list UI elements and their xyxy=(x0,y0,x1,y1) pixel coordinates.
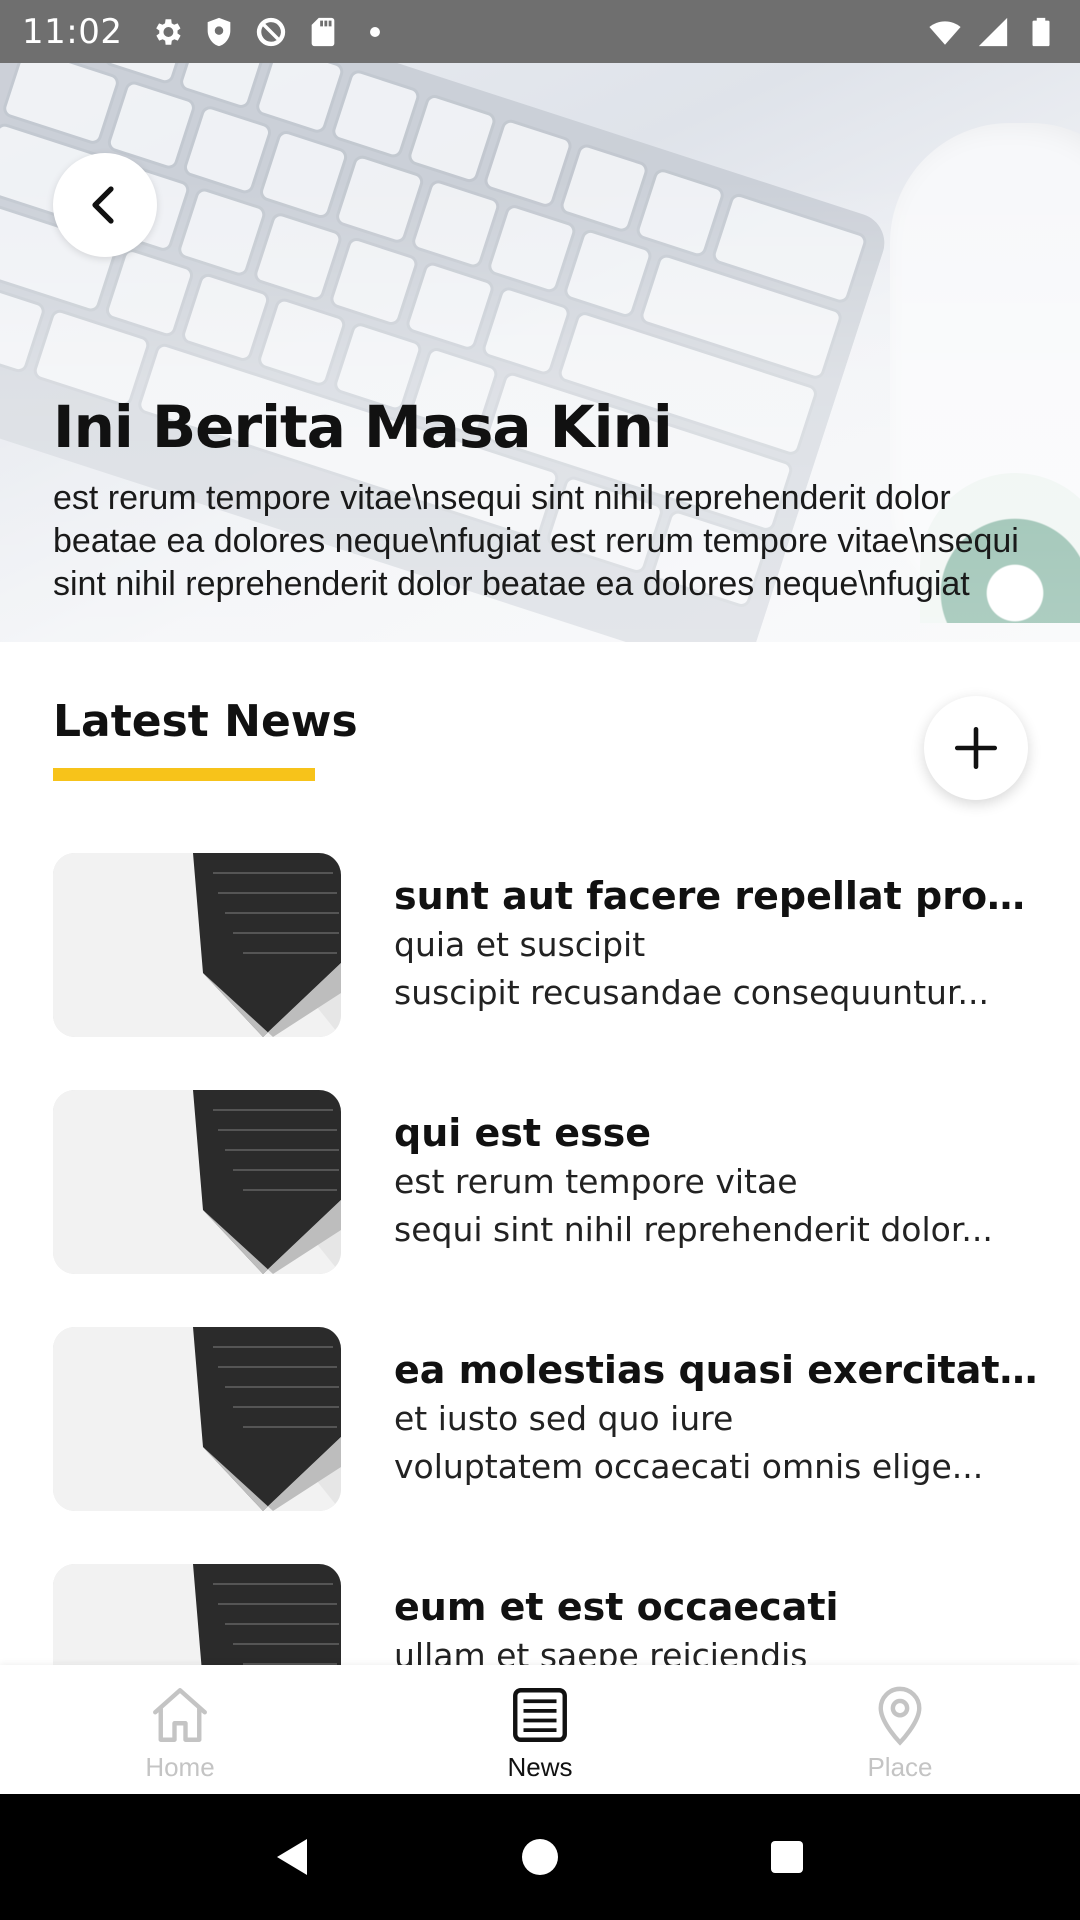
news-thumbnail xyxy=(53,1564,341,1665)
system-recents-button[interactable] xyxy=(757,1827,817,1887)
bottom-navigation: Home News Place xyxy=(0,1665,1080,1794)
system-back-button[interactable] xyxy=(263,1827,323,1887)
square-recents-icon xyxy=(770,1841,803,1873)
news-title: sunt aut facere repellat provi... xyxy=(394,874,1044,918)
news-excerpt-line: ullam et saepe reiciendis xyxy=(394,1636,808,1665)
news-excerpt-line: quia et suscipit xyxy=(394,925,646,964)
status-bar: 11:02 xyxy=(0,0,1080,63)
shield-icon xyxy=(202,15,236,49)
hero-title: Ini Berita Masa Kini xyxy=(53,393,673,461)
status-time: 11:02 xyxy=(22,11,123,52)
signal-icon xyxy=(976,15,1010,49)
section-title: Latest News xyxy=(53,696,358,747)
news-title: eum et est occaecati xyxy=(394,1585,839,1629)
nav-news-label: News xyxy=(507,1752,573,1782)
newspaper-icon xyxy=(513,1688,567,1742)
map-pin-icon xyxy=(878,1686,922,1746)
news-thumbnail xyxy=(53,853,341,1037)
news-thumbnail xyxy=(53,1327,341,1511)
news-list[interactable]: sunt aut facere repellat provi... quia e… xyxy=(0,853,1080,1665)
news-title: ea molestias quasi exercitati... xyxy=(394,1348,1044,1392)
add-news-button[interactable] xyxy=(924,696,1028,800)
system-navigation-bar xyxy=(0,1794,1080,1920)
hero-description: est rerum tempore vitae\nsequi sint nihi… xyxy=(53,479,1019,603)
news-item[interactable]: eum et est occaecati ullam et saepe reic… xyxy=(53,1564,1043,1665)
triangle-back-icon xyxy=(277,1839,308,1875)
back-button[interactable] xyxy=(53,153,157,257)
news-excerpt-line: suscipit recusandae consequuntur... xyxy=(394,973,989,1012)
nav-home-label: Home xyxy=(145,1752,215,1782)
dot-icon xyxy=(358,15,392,49)
news-excerpt-line: est rerum tempore vitae xyxy=(394,1162,798,1201)
news-excerpt-line: et iusto sed quo iure xyxy=(394,1399,734,1438)
home-icon xyxy=(153,1688,207,1742)
news-item[interactable]: qui est esse est rerum tempore vitae seq… xyxy=(53,1090,1043,1274)
chevron-left-icon xyxy=(92,186,114,224)
system-home-button[interactable] xyxy=(510,1827,570,1887)
news-item[interactable]: sunt aut facere repellat provi... quia e… xyxy=(53,853,1044,1037)
news-excerpt-line: sequi sint nihil reprehenderit dolor... xyxy=(394,1210,993,1249)
circle-home-icon xyxy=(521,1839,558,1875)
sd-card-icon xyxy=(306,15,340,49)
wifi-icon xyxy=(928,15,962,49)
news-item[interactable]: ea molestias quasi exercitati... et iust… xyxy=(53,1327,1044,1511)
nav-news[interactable]: News xyxy=(360,1665,720,1794)
nav-place[interactable]: Place xyxy=(720,1665,1080,1794)
news-title: qui est esse xyxy=(394,1111,652,1155)
nav-place-label: Place xyxy=(867,1752,933,1782)
settings-icon xyxy=(150,15,184,49)
news-excerpt-line: voluptatem occaecati omnis elige... xyxy=(394,1447,984,1486)
nav-home[interactable]: Home xyxy=(0,1665,360,1794)
at-sign-icon xyxy=(254,15,288,49)
plus-icon xyxy=(954,726,998,770)
battery-icon xyxy=(1024,15,1058,49)
section-title-underline xyxy=(53,768,315,781)
news-thumbnail xyxy=(53,1090,341,1274)
hero-banner: Ini Berita Masa Kini est rerum tempore v… xyxy=(0,63,1080,642)
